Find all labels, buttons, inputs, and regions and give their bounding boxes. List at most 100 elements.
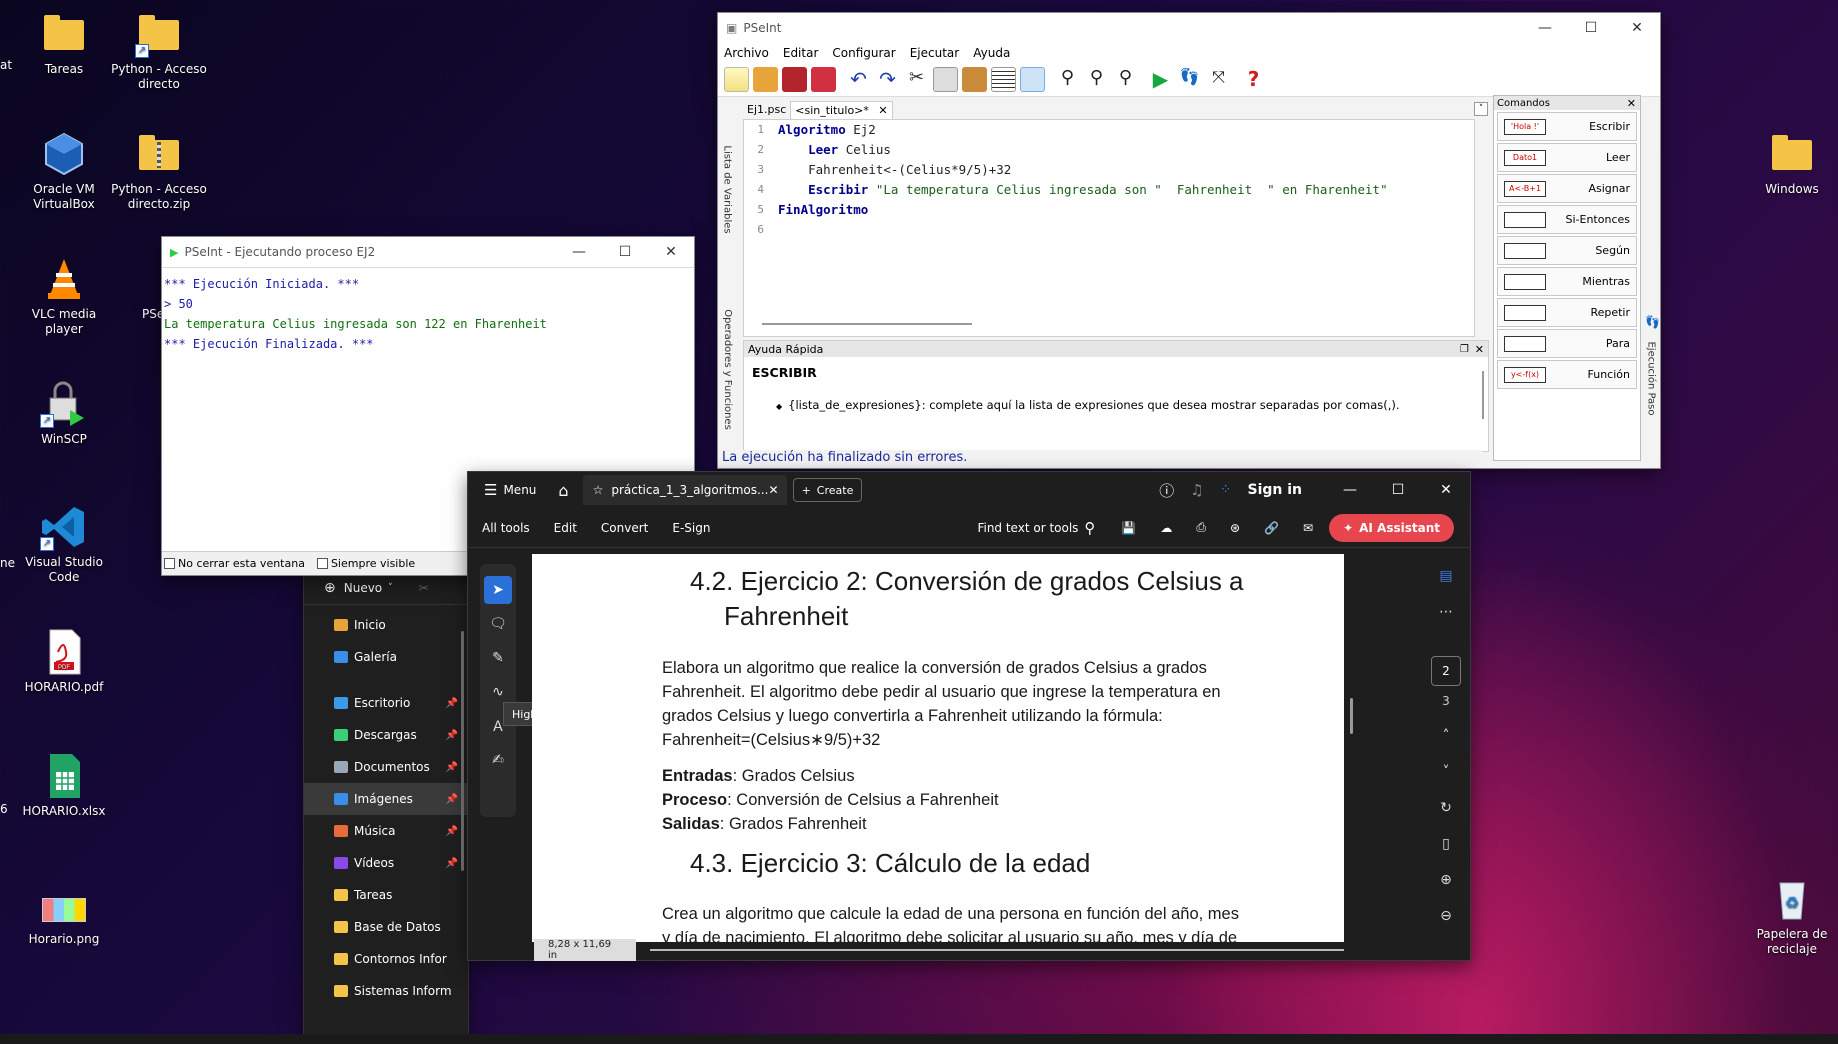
tab-sin-titulo[interactable]: <sin_titulo>* ✕ — [790, 101, 893, 119]
search-icon[interactable]: ⚲ — [1055, 67, 1080, 92]
sign-icon[interactable]: ✍ — [484, 746, 512, 774]
zoom-in-icon[interactable]: ⊕ — [1432, 866, 1460, 894]
print-icon[interactable]: ⎙ — [1196, 520, 1206, 535]
step-footprints-icon[interactable]: 👣 — [1645, 315, 1660, 329]
close-button[interactable]: ✕ — [648, 244, 694, 260]
explorer-nav-item[interactable]: Escritorio 📌 — [304, 687, 468, 719]
explorer-nav-item[interactable]: Base de Datos — [304, 911, 468, 943]
close-icon[interactable]: ✕ — [1627, 97, 1636, 110]
tab-ej1[interactable]: Ej1.psc — [743, 101, 790, 119]
command-repetir[interactable]: Repetir — [1497, 298, 1637, 327]
explorer-nav-item[interactable]: Contornos Infor — [304, 943, 468, 975]
desktop-icon-vlc[interactable]: VLC media player — [12, 255, 116, 337]
document-tab[interactable]: ☆ práctica_1_3_algoritmos... ✕ — [582, 475, 787, 505]
keep-open-checkbox[interactable] — [164, 558, 175, 569]
command-asignar[interactable]: A<-B+1 Asignar — [1497, 174, 1637, 203]
copy-icon[interactable] — [933, 67, 958, 92]
sign-in-button[interactable]: Sign in — [1247, 482, 1302, 498]
quick-help-scrollbar[interactable] — [1482, 371, 1484, 419]
step-run-icon[interactable]: 👣 — [1177, 67, 1202, 92]
explorer-nav-item[interactable]: Imágenes 📌 — [304, 783, 468, 815]
page-number-current[interactable]: 2 — [1431, 656, 1461, 686]
convert-button[interactable]: Convert — [601, 521, 648, 535]
redo-icon[interactable]: ↷ — [875, 67, 900, 92]
desktop-icon-virtualbox[interactable]: Oracle VM VirtualBox — [12, 130, 116, 212]
search-icon[interactable]: ⚲ — [1084, 519, 1095, 537]
flowchart-icon[interactable]: ⤧ — [1206, 67, 1231, 92]
editor-h-scrollbar[interactable] — [762, 323, 972, 325]
save-icon[interactable]: 💾 — [1121, 521, 1136, 535]
replace-icon[interactable]: ⚲ — [1113, 67, 1138, 92]
desktop-icon-python[interactable]: ↗ Python - Acceso directo — [107, 10, 211, 92]
desktop-icon-recycle-bin[interactable]: ♻ Papelera de reciclaje — [1740, 875, 1838, 957]
rotate-icon[interactable]: ↻ — [1432, 794, 1460, 822]
hamburger-icon[interactable]: ☰ — [484, 481, 497, 499]
close-icon[interactable]: ✕ — [878, 104, 887, 117]
explorer-nav-item[interactable]: Vídeos 📌 — [304, 847, 468, 879]
chevron-up-icon[interactable]: ˄ — [1432, 722, 1460, 750]
step-execution-tab[interactable]: Ejecución Paso — [1644, 313, 1658, 443]
command-para[interactable]: Para — [1497, 329, 1637, 358]
desktop-icon-tareas[interactable]: Tareas — [12, 10, 116, 77]
upload-icon[interactable]: ☁ — [1160, 521, 1172, 535]
command-mientras[interactable]: Mientras — [1497, 267, 1637, 296]
undo-icon[interactable]: ↶ — [846, 67, 871, 92]
find-text-input[interactable]: Find text or tools — [977, 521, 1078, 535]
menu-archivo[interactable]: Archivo — [724, 46, 769, 60]
email-icon[interactable]: ✉ — [1303, 521, 1313, 535]
menu-ejecutar[interactable]: Ejecutar — [910, 46, 960, 60]
explorer-nav-item[interactable]: Descargas 📌 — [304, 719, 468, 751]
command-escribir[interactable]: 'Hola !' Escribir — [1497, 112, 1637, 141]
pin-icon[interactable]: 📌 — [446, 858, 458, 869]
operators-panel-tab[interactable]: Operadores y Funciones — [720, 289, 734, 449]
close-icon[interactable]: ✕ — [1475, 343, 1484, 356]
help-icon[interactable]: ⓘ — [1159, 480, 1174, 501]
menu-configurar[interactable]: Configurar — [832, 46, 895, 60]
explorer-nav-item[interactable]: Música 📌 — [304, 815, 468, 847]
esign-button[interactable]: E-Sign — [672, 521, 710, 535]
minimize-button[interactable]: — — [1522, 20, 1568, 36]
explorer-nav-item[interactable]: Inicio — [304, 609, 468, 641]
cut-icon[interactable]: ✂ — [419, 581, 429, 595]
desktop-icon-horario-png[interactable]: Horario.png — [12, 880, 116, 947]
link-icon[interactable]: 🔗 — [1264, 521, 1279, 535]
find-next-icon[interactable]: ⚲ — [1084, 67, 1109, 92]
desktop-icon-vscode[interactable]: ↗ Visual Studio Code — [12, 503, 116, 585]
maximize-button[interactable]: ☐ — [1568, 20, 1614, 36]
code-editor[interactable]: 1 Algoritmo Ej2 2 Leer Celius 3 Fahrenheit<… — [743, 119, 1475, 337]
restore-icon[interactable]: ❐ — [1460, 344, 1469, 355]
new-file-icon[interactable] — [724, 67, 749, 92]
explorer-new-button[interactable]: ⊕ Nuevo ˅ ✂ — [304, 571, 468, 605]
pin-icon[interactable]: 📌 — [446, 826, 458, 837]
ai-chat-icon[interactable]: ▤ — [1432, 562, 1460, 590]
create-button[interactable]: + Create — [792, 478, 863, 502]
maximize-button[interactable]: ☐ — [1374, 482, 1422, 498]
save-as-icon[interactable] — [811, 67, 836, 92]
indent-icon[interactable] — [991, 67, 1016, 92]
view-icon[interactable] — [1020, 67, 1045, 92]
save-icon[interactable] — [782, 67, 807, 92]
paste-icon[interactable] — [962, 67, 987, 92]
ai-assistant-button[interactable]: ✦ AI Assistant — [1329, 513, 1454, 542]
page-fit-icon[interactable]: ▯ — [1432, 830, 1460, 858]
horizontal-scrollbar[interactable] — [649, 949, 1344, 951]
close-icon[interactable]: ✕ — [769, 483, 779, 497]
command-funcin[interactable]: y<-f(x) Función — [1497, 360, 1637, 389]
more-options-icon[interactable]: ⋯ — [1432, 598, 1460, 626]
menu-ayuda[interactable]: Ayuda — [973, 46, 1010, 60]
run-icon[interactable]: ▶ — [1148, 67, 1173, 92]
select-cursor-icon[interactable]: ➤ — [484, 576, 512, 604]
command-segn[interactable]: Según — [1497, 236, 1637, 265]
pin-icon[interactable]: 📌 — [446, 698, 458, 709]
desktop-icon-winscp[interactable]: ↗ WinSCP — [12, 380, 116, 447]
maximize-button[interactable]: ☐ — [602, 244, 648, 260]
minimize-button[interactable]: — — [1326, 482, 1374, 498]
document-scrollbar[interactable] — [1350, 698, 1353, 734]
desktop-icon-horario-pdf[interactable]: PDF HORARIO.pdf — [12, 628, 116, 695]
menu-button[interactable]: Menu — [503, 483, 536, 497]
desktop-icon-windows[interactable]: Windows — [1740, 130, 1838, 197]
open-folder-icon[interactable] — [753, 67, 778, 92]
comment-icon[interactable]: 🗨 — [484, 610, 512, 638]
chevron-down-icon[interactable]: ˅ — [1474, 102, 1488, 116]
document-page[interactable]: 4.2. Ejercicio 2: Conversión de grados C… — [532, 554, 1344, 942]
